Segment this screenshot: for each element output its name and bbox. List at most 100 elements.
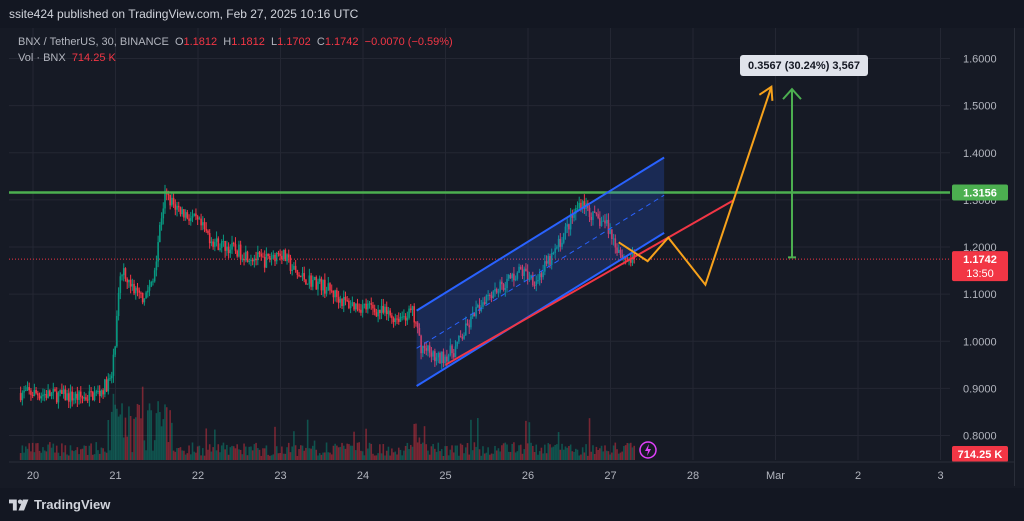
candle-body (339, 298, 342, 303)
brand-text: TradingView (34, 497, 111, 512)
candle-body (102, 390, 104, 395)
volume-bar (566, 447, 568, 460)
candle-body (396, 318, 398, 320)
volume-bar (375, 455, 378, 460)
volume-bar (475, 446, 477, 460)
candle-body (342, 296, 345, 307)
volume-bar (167, 442, 170, 460)
volume-bar (196, 446, 199, 460)
candle-body (351, 302, 354, 307)
volume-label[interactable]: Vol · BNX (18, 52, 66, 64)
volume-bar (73, 451, 75, 460)
volume-bar (379, 444, 381, 460)
candle-body (226, 246, 228, 251)
volume-bar (392, 452, 395, 460)
candle-body (306, 283, 309, 285)
volume-value: 714.25 K (71, 52, 116, 64)
candle-body (234, 244, 237, 251)
candle-body (401, 316, 403, 318)
volume-bar (40, 452, 43, 460)
candle-body (171, 197, 173, 206)
volume-bar (215, 450, 218, 460)
candle-body (37, 393, 39, 396)
volume-bar (446, 446, 448, 460)
candle-body (71, 391, 73, 401)
candle-body (208, 233, 211, 244)
candle-body (79, 391, 82, 397)
tradingview-logo[interactable]: TradingView (9, 497, 110, 512)
open-value: 1.1812 (183, 36, 218, 48)
volume-bars (19, 386, 636, 460)
candle-body (258, 252, 261, 254)
candle-body (358, 309, 361, 311)
candle-body (210, 241, 213, 244)
volume-bar (289, 452, 292, 460)
volume-bar (490, 453, 493, 460)
volume-bar (576, 449, 579, 460)
candle-body (360, 309, 362, 313)
countdown-text: 13:50 (966, 268, 994, 280)
candle-body (47, 390, 49, 398)
candle-body (52, 389, 55, 393)
candle-body (327, 283, 330, 291)
volume-bar (193, 451, 196, 460)
candle-body (126, 278, 128, 283)
volume-bar (439, 451, 441, 460)
candle-body (117, 292, 120, 316)
volume-bar (427, 450, 429, 460)
volume-bar (226, 444, 228, 460)
volume-bar (564, 446, 567, 460)
candle-body (114, 346, 116, 355)
volume-bar (399, 449, 402, 460)
volume-bar (76, 447, 79, 460)
volume-bar (609, 454, 611, 460)
candle-body (251, 259, 254, 262)
candle-body (100, 390, 103, 397)
volume-bar (337, 447, 340, 460)
volume-bar (189, 454, 192, 460)
volume-bar (623, 446, 625, 460)
price-chart[interactable]: 0.3567 (30.24%) 3,567 1.6000 1.5000 1.4000… (0, 0, 1024, 488)
volume-bar (181, 450, 183, 460)
volume-bar (437, 442, 440, 460)
volume-bar (26, 448, 29, 460)
volume-bar (121, 403, 123, 460)
candle-body (205, 229, 208, 231)
x-tick-label: 20 (27, 470, 39, 482)
candle-body (73, 398, 75, 401)
volume-bar (420, 443, 422, 460)
candle-body (184, 212, 187, 218)
symbol-label[interactable]: BNX / TetherUS, 30, BINANCE (18, 36, 169, 48)
volume-bar (573, 451, 575, 460)
x-tick-label: 23 (274, 470, 286, 482)
volume-bar (317, 455, 319, 460)
volume-bar (449, 449, 452, 460)
volume-bar (64, 445, 67, 460)
volume-bar (134, 417, 137, 460)
volume-bar (272, 454, 275, 460)
candle-body (260, 253, 263, 257)
volume-bar (401, 455, 403, 460)
volume-bar (339, 446, 342, 460)
candle-body (109, 378, 111, 380)
volume-bar (468, 454, 471, 460)
volume-bar (447, 455, 450, 460)
candle-body (61, 390, 63, 394)
volume-bar (110, 411, 113, 460)
volume-bar (251, 450, 254, 460)
candle-body (129, 279, 132, 287)
volume-bar (571, 451, 574, 460)
volume-bar (425, 444, 428, 460)
volume-bar (483, 453, 486, 460)
candle-body (35, 389, 37, 394)
candle-body (353, 302, 355, 310)
volume-bar (105, 452, 108, 460)
volume-bar (324, 452, 326, 460)
volume-bar (404, 445, 407, 460)
volume-bar (305, 447, 307, 460)
volume-bar (86, 454, 89, 460)
candle-body (42, 394, 44, 397)
candle-body (318, 278, 321, 282)
candle-body (212, 241, 214, 247)
candle-body (377, 309, 379, 317)
